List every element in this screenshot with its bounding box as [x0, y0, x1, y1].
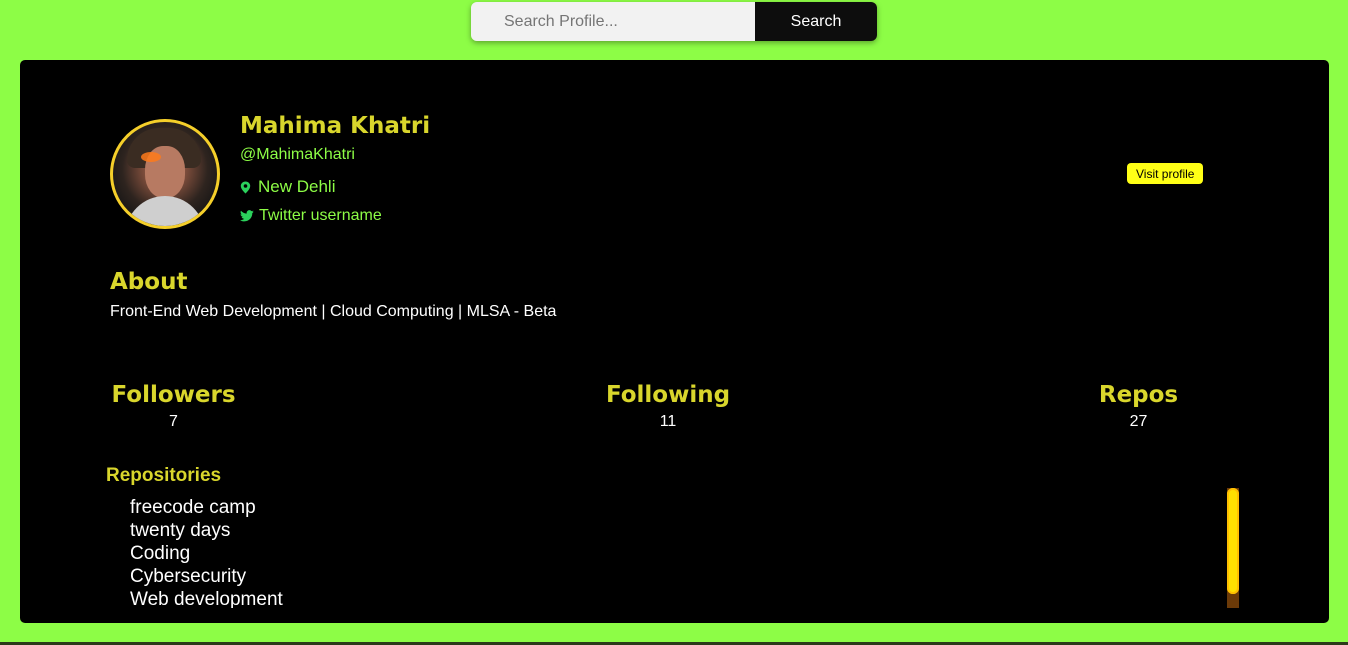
- location-label: New Dehli: [258, 177, 336, 196]
- profile-name: Mahima Khatri: [240, 113, 431, 139]
- repository-scrollbar[interactable]: [1227, 488, 1239, 608]
- stat-repos-label: Repos: [1098, 382, 1179, 408]
- stat-followers: Followers 7: [110, 382, 237, 431]
- stat-following-value: 11: [659, 413, 677, 430]
- profile-card: Mahima Khatri @MahimaKhatri New Dehli Tw…: [20, 60, 1329, 623]
- stat-followers-label: Followers: [111, 382, 236, 408]
- repositories-heading: Repositories: [106, 465, 222, 486]
- twitter-label[interactable]: Twitter username: [259, 207, 382, 225]
- avatar-shirt: [125, 196, 205, 226]
- avatar-light-flare: [141, 152, 161, 162]
- list-item[interactable]: twenty days: [130, 519, 1220, 542]
- repository-list[interactable]: freecode camp twenty days Coding Cyberse…: [130, 496, 1220, 608]
- stat-repos-value: 27: [1129, 413, 1148, 430]
- profile-location: New Dehli: [240, 177, 335, 197]
- stat-following-label: Following: [605, 382, 731, 408]
- profile-twitter: Twitter username: [240, 207, 382, 225]
- about-text: Front-End Web Development | Cloud Comput…: [110, 303, 557, 320]
- stat-followers-value: 7: [169, 413, 178, 430]
- list-item[interactable]: Web development: [130, 588, 1220, 608]
- twitter-bird-icon: [240, 210, 254, 222]
- profile-handle: @MahimaKhatri: [240, 146, 355, 163]
- list-item[interactable]: Coding: [130, 542, 1220, 565]
- list-item[interactable]: Cybersecurity: [130, 565, 1220, 588]
- stat-repos: Repos 27: [1098, 382, 1179, 431]
- visit-profile-button[interactable]: Visit profile: [1127, 163, 1204, 184]
- about-heading: About: [110, 269, 188, 295]
- scrollbar-thumb[interactable]: [1227, 488, 1239, 594]
- stat-following: Following 11: [605, 382, 731, 431]
- search-button[interactable]: Search: [755, 2, 877, 41]
- search-input[interactable]: [471, 2, 755, 41]
- list-item[interactable]: freecode camp: [130, 496, 1220, 519]
- map-pin-icon: [240, 181, 251, 194]
- avatar: [110, 119, 220, 229]
- search-bar: Search: [471, 2, 877, 41]
